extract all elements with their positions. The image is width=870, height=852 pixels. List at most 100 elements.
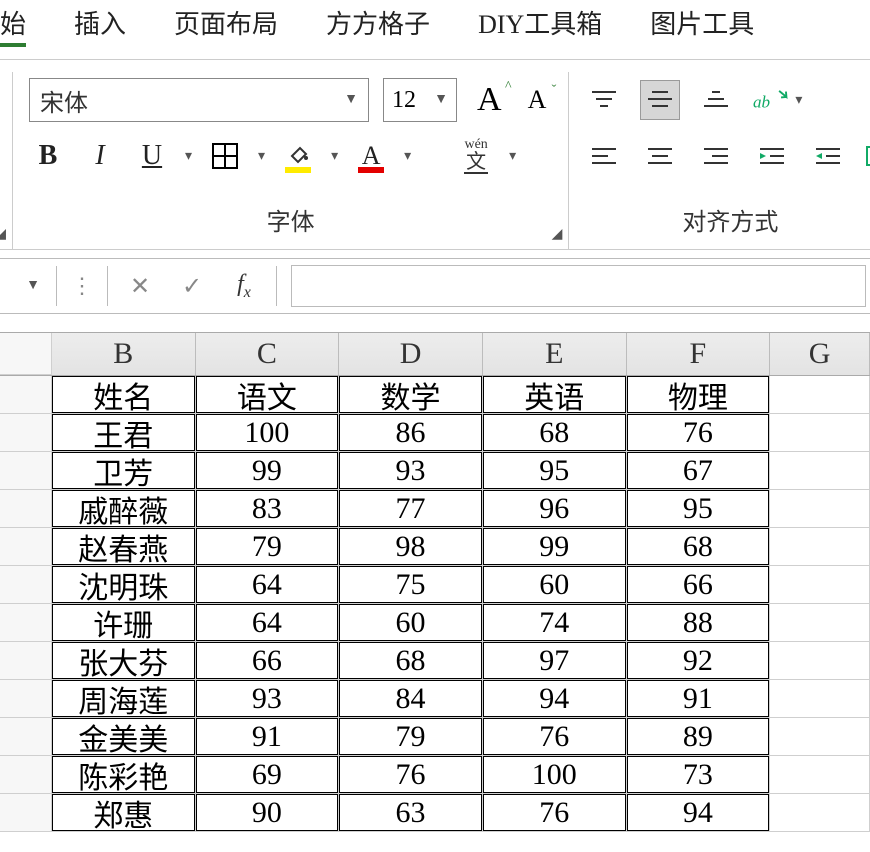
align-left-button[interactable] bbox=[585, 137, 623, 175]
cell[interactable]: 73 bbox=[627, 756, 771, 794]
borders-button[interactable] bbox=[206, 137, 244, 175]
row-header[interactable] bbox=[0, 756, 52, 794]
tab-home[interactable]: 始 bbox=[0, 4, 26, 47]
phonetic-guide-button[interactable]: wén文 bbox=[457, 134, 495, 178]
row-header[interactable] bbox=[0, 452, 52, 490]
cell[interactable]: 67 bbox=[627, 452, 771, 490]
cell[interactable] bbox=[770, 376, 870, 414]
cell[interactable]: 75 bbox=[339, 566, 483, 604]
cell[interactable] bbox=[770, 718, 870, 756]
cell[interactable]: 76 bbox=[483, 794, 627, 832]
cell[interactable]: 77 bbox=[339, 490, 483, 528]
cell[interactable] bbox=[770, 490, 870, 528]
cell[interactable]: 沈明珠 bbox=[52, 566, 196, 604]
cell[interactable]: 王君 bbox=[52, 414, 196, 452]
cell[interactable]: 郑惠 bbox=[52, 794, 196, 832]
align-middle-button[interactable] bbox=[641, 81, 679, 119]
cell[interactable] bbox=[770, 452, 870, 490]
row-header[interactable] bbox=[0, 376, 52, 414]
more-icon[interactable]: ⋮ bbox=[63, 273, 101, 299]
cell[interactable]: 91 bbox=[196, 718, 340, 756]
column-header[interactable]: F bbox=[627, 333, 771, 375]
cell[interactable]: 88 bbox=[627, 604, 771, 642]
tab-fanggezi[interactable]: 方方格子 bbox=[326, 4, 430, 47]
column-header[interactable]: D bbox=[339, 333, 483, 375]
cell[interactable]: 94 bbox=[483, 680, 627, 718]
align-center-button[interactable] bbox=[641, 137, 679, 175]
cell[interactable]: 96 bbox=[483, 490, 627, 528]
cell[interactable]: 戚醉薇 bbox=[52, 490, 196, 528]
insert-function-button[interactable]: fx bbox=[218, 271, 270, 302]
name-box[interactable]: ▼ bbox=[0, 265, 50, 307]
cell[interactable]: 张大芬 bbox=[52, 642, 196, 680]
accept-formula-button[interactable]: ✓ bbox=[166, 272, 218, 301]
cell[interactable]: 92 bbox=[627, 642, 771, 680]
fill-color-button[interactable] bbox=[279, 137, 317, 175]
column-header[interactable]: E bbox=[483, 333, 627, 375]
tab-page-layout[interactable]: 页面布局 bbox=[174, 4, 278, 47]
select-all-corner[interactable] bbox=[0, 333, 52, 375]
cell[interactable]: 84 bbox=[339, 680, 483, 718]
row-header[interactable] bbox=[0, 794, 52, 832]
cell[interactable]: 64 bbox=[196, 604, 340, 642]
cell[interactable]: 66 bbox=[627, 566, 771, 604]
cell[interactable]: 卫芳 bbox=[52, 452, 196, 490]
cell[interactable]: 94 bbox=[627, 794, 771, 832]
cell[interactable]: 金美美 bbox=[52, 718, 196, 756]
align-bottom-button[interactable] bbox=[697, 81, 735, 119]
cell[interactable]: 赵春燕 bbox=[52, 528, 196, 566]
cell[interactable]: 93 bbox=[196, 680, 340, 718]
row-header[interactable] bbox=[0, 528, 52, 566]
cell[interactable]: 63 bbox=[339, 794, 483, 832]
cell[interactable]: 90 bbox=[196, 794, 340, 832]
cell[interactable]: 76 bbox=[339, 756, 483, 794]
cell[interactable]: 76 bbox=[483, 718, 627, 756]
dialog-launcher-icon[interactable]: ◢ bbox=[552, 226, 563, 243]
chevron-down-icon[interactable]: ▾ bbox=[185, 148, 192, 165]
bold-button[interactable]: B bbox=[29, 137, 67, 175]
row-header[interactable] bbox=[0, 604, 52, 642]
cell[interactable]: 89 bbox=[627, 718, 771, 756]
row-header[interactable] bbox=[0, 718, 52, 756]
tab-diy-tools[interactable]: DIY工具箱 bbox=[478, 4, 602, 47]
underline-button[interactable]: U bbox=[133, 137, 171, 175]
chevron-down-icon[interactable]: ▾ bbox=[331, 148, 338, 165]
row-header[interactable] bbox=[0, 490, 52, 528]
cell[interactable]: 100 bbox=[196, 414, 340, 452]
column-header[interactable]: B bbox=[52, 333, 196, 375]
cell[interactable]: 86 bbox=[339, 414, 483, 452]
cell[interactable] bbox=[770, 794, 870, 832]
cell[interactable]: 语文 bbox=[196, 376, 340, 414]
cell[interactable] bbox=[770, 680, 870, 718]
cell[interactable]: 68 bbox=[339, 642, 483, 680]
cell[interactable]: 93 bbox=[339, 452, 483, 490]
shrink-font-button[interactable]: Aˇ bbox=[522, 85, 553, 115]
align-top-button[interactable] bbox=[585, 81, 623, 119]
cell[interactable] bbox=[770, 642, 870, 680]
italic-button[interactable]: I bbox=[81, 137, 119, 175]
cell[interactable]: 97 bbox=[483, 642, 627, 680]
cell[interactable]: 83 bbox=[196, 490, 340, 528]
tab-image-tools[interactable]: 图片工具 bbox=[650, 4, 754, 47]
merge-cells-button[interactable] bbox=[865, 137, 870, 175]
cell[interactable]: 76 bbox=[627, 414, 771, 452]
column-header[interactable]: G bbox=[770, 333, 870, 375]
cell[interactable]: 周海莲 bbox=[52, 680, 196, 718]
cell[interactable]: 95 bbox=[483, 452, 627, 490]
decrease-indent-button[interactable] bbox=[753, 137, 791, 175]
tab-insert[interactable]: 插入 bbox=[74, 4, 126, 47]
cell[interactable]: 姓名 bbox=[52, 376, 196, 414]
chevron-down-icon[interactable]: ▾ bbox=[509, 148, 516, 165]
align-right-button[interactable] bbox=[697, 137, 735, 175]
cell[interactable]: 69 bbox=[196, 756, 340, 794]
orientation-button[interactable]: ab ▾ bbox=[753, 86, 802, 114]
cell[interactable]: 英语 bbox=[483, 376, 627, 414]
cell[interactable] bbox=[770, 528, 870, 566]
cancel-formula-button[interactable]: ✕ bbox=[114, 272, 166, 301]
cell[interactable]: 79 bbox=[339, 718, 483, 756]
cell[interactable]: 60 bbox=[483, 566, 627, 604]
cell[interactable]: 99 bbox=[196, 452, 340, 490]
cell[interactable] bbox=[770, 756, 870, 794]
column-header[interactable]: C bbox=[196, 333, 340, 375]
cell[interactable]: 66 bbox=[196, 642, 340, 680]
